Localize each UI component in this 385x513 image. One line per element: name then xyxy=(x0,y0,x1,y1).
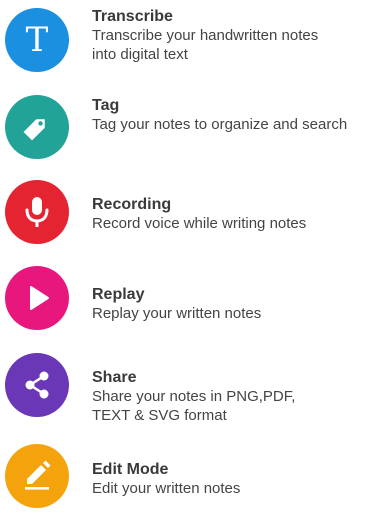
transcribe-icon-badge: T xyxy=(5,8,69,72)
share-icon-badge xyxy=(5,353,69,417)
play-icon xyxy=(30,286,49,310)
description-line: Tag your notes to organize and search xyxy=(92,116,348,133)
description-line: into digital text xyxy=(92,46,188,63)
description-line: Replay your written notes xyxy=(92,305,262,322)
microphone-icon xyxy=(25,197,49,227)
description-line: TEXT & SVG format xyxy=(92,407,227,424)
description-line: Edit your written notes xyxy=(92,480,241,497)
feature-title: Replay xyxy=(92,286,145,303)
description-line: Share your notes in PNG,PDF, xyxy=(92,388,296,405)
feature-title: Transcribe xyxy=(92,8,173,25)
tag-icon xyxy=(23,119,45,141)
replay-icon-badge xyxy=(5,266,69,330)
feature-title: Share xyxy=(92,369,137,386)
feature-description: Record voice while writing notes xyxy=(92,214,385,233)
letter-t-icon: T xyxy=(26,20,49,60)
feature-title: Recording xyxy=(92,196,172,213)
feature-description: Share your notes in PNG,PDF, TEXT & SVG … xyxy=(92,387,385,425)
tag-icon-badge xyxy=(5,95,69,159)
recording-icon-badge xyxy=(5,180,69,244)
description-line: Transcribe your handwritten notes xyxy=(92,27,319,44)
feature-title: Tag xyxy=(92,97,120,114)
feature-title: Edit Mode xyxy=(92,461,169,478)
pencil-icon xyxy=(25,460,51,490)
edit-icon-badge xyxy=(5,444,69,508)
share-icon xyxy=(25,371,49,399)
feature-description: Transcribe your handwritten notes into d… xyxy=(92,26,385,64)
feature-description: Replay your written notes xyxy=(92,304,385,323)
feature-description: Tag your notes to organize and search xyxy=(92,115,385,134)
feature-description: Edit your written notes xyxy=(92,479,385,498)
svg-text:T: T xyxy=(26,20,49,60)
description-line: Record voice while writing notes xyxy=(92,215,307,232)
